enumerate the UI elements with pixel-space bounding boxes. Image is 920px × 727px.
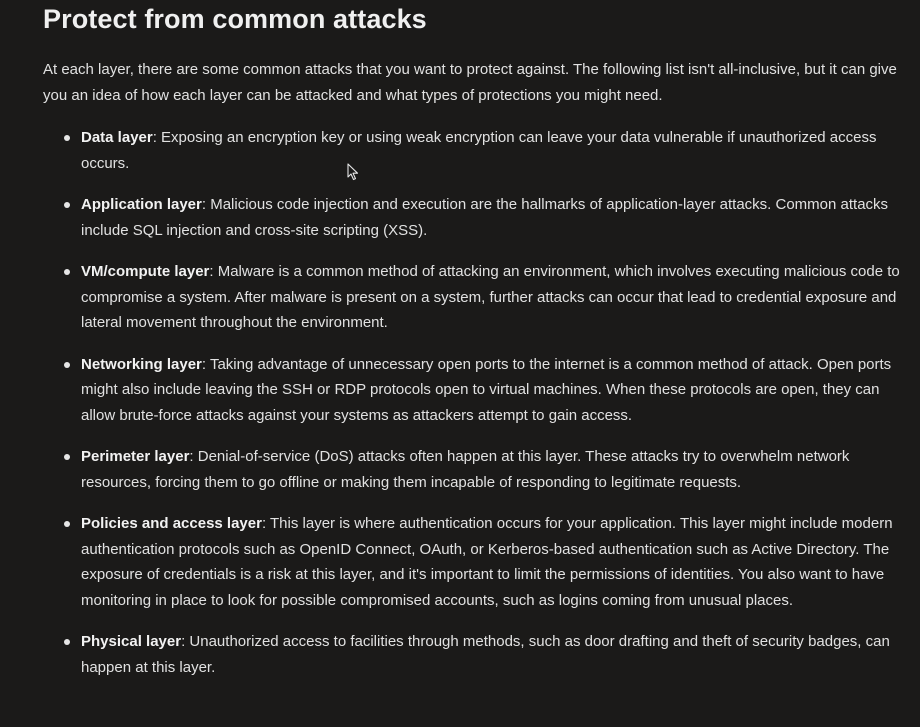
bullet-icon: [64, 135, 70, 141]
list-item-description: : Exposing an encryption key or using we…: [81, 129, 877, 172]
article-content: Protect from common attacks At each laye…: [43, 0, 913, 696]
list-item-vm-compute-layer: VM/compute layer: Malware is a common me…: [43, 259, 913, 336]
list-item-description: : Malicious code injection and execution…: [81, 196, 889, 239]
list-item-description: : Taking advantage of unnecessary open p…: [81, 355, 892, 424]
list-item-term: Perimeter layer: [81, 448, 190, 465]
list-item-term: Policies and access layer: [81, 515, 262, 532]
bullet-icon: [64, 521, 70, 527]
list-item-term: VM/compute layer: [81, 263, 210, 280]
bullet-icon: [64, 454, 70, 460]
list-item-perimeter-layer: Perimeter layer: Denial-of-service (DoS)…: [43, 444, 913, 495]
list-item-description: : Unauthorized access to facilities thro…: [81, 633, 890, 676]
list-item-term: Physical layer: [81, 633, 182, 650]
list-item-physical-layer: Physical layer: Unauthorized access to f…: [43, 629, 913, 680]
page-title: Protect from common attacks: [43, 4, 427, 34]
list-item-term: Networking layer: [81, 355, 202, 373]
list-item-data-layer: Data layer: Exposing an encryption key o…: [43, 125, 913, 176]
list-item-application-layer: Application layer: Malicious code inject…: [43, 192, 913, 243]
bullet-icon: [64, 269, 70, 275]
list-item-term: Application layer: [81, 196, 202, 213]
attack-list: Data layer: Exposing an encryption key o…: [43, 125, 913, 680]
list-item-networking-layer: Networking layer: Taking advantage of un…: [43, 352, 913, 429]
mouse-pointer-icon: [347, 163, 359, 181]
bullet-icon: [64, 361, 70, 368]
list-item-description: : Denial-of-service (DoS) attacks often …: [81, 448, 850, 491]
list-item-term: Data layer: [81, 129, 153, 146]
intro-paragraph: At each layer, there are some common att…: [43, 61, 897, 104]
bullet-icon: [64, 639, 70, 645]
bullet-icon: [64, 202, 70, 208]
list-item-policies-access-layer: Policies and access layer: This layer is…: [43, 511, 913, 613]
